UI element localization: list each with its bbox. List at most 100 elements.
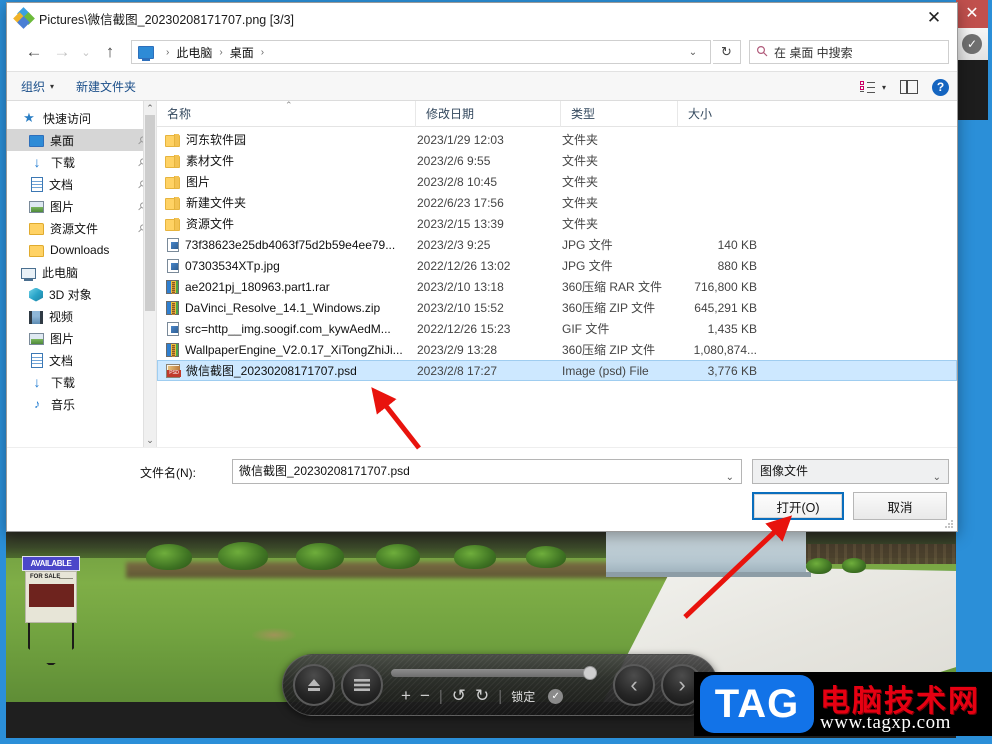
sidebar-item-3[interactable]: 文档 ⚲ (7, 173, 156, 195)
sidebar-scrollbar[interactable]: ⌃ ⌄ (143, 101, 156, 447)
folder-icon (165, 196, 180, 210)
column-header-size[interactable]: 大小 (677, 100, 757, 127)
sort-indicator-icon: ⌃ (285, 100, 293, 110)
breadcrumb-dropdown[interactable]: ⌄ (682, 40, 704, 64)
previous-button[interactable]: ‹ (613, 664, 655, 706)
file-name-text: src=http__img.soogif.com_kywAedM... (185, 321, 391, 336)
scroll-thumb[interactable] (145, 115, 155, 311)
chevron-right-icon: › (678, 672, 686, 697)
sidebar-item-0[interactable]: ★ 快速访问 (7, 107, 156, 129)
column-header-date[interactable]: 修改日期 (415, 100, 560, 127)
cube-icon (29, 287, 43, 302)
table-row[interactable]: 图片 2023/2/8 10:45 文件夹 (157, 171, 957, 192)
sign-available-banner: AVAILABLE (22, 556, 80, 571)
close-icon[interactable]: ✕ (911, 3, 957, 33)
search-input[interactable]: 在 桌面 中搜索 (749, 40, 949, 64)
column-header-type[interactable]: 类型 (560, 100, 677, 127)
new-folder-button[interactable]: 新建文件夹 (76, 78, 136, 95)
table-row[interactable]: src=http__img.soogif.com_kywAedM... 2022/… (157, 318, 957, 339)
tool-separator: | (498, 687, 503, 705)
table-row[interactable]: 素材文件 2023/2/6 9:55 文件夹 (157, 150, 957, 171)
sidebar-item-4[interactable]: 图片 ⚲ (7, 195, 156, 217)
refresh-button[interactable]: ↻ (713, 40, 741, 64)
file-name-text: 新建文件夹 (186, 196, 247, 210)
cell-name: src=http__img.soogif.com_kywAedM... (165, 321, 417, 336)
rotate-left-button[interactable]: ↺ (452, 686, 466, 706)
resize-grip[interactable] (944, 519, 954, 529)
breadcrumb-item-desktop[interactable]: 桌面 (230, 44, 254, 61)
table-row[interactable]: 河东软件园 2023/1/29 12:03 文件夹 (157, 129, 957, 150)
zoom-slider-knob[interactable] (583, 666, 597, 680)
forward-button[interactable]: → (49, 39, 75, 65)
breadcrumb-item-this-pc[interactable]: 此电脑 (176, 44, 212, 61)
file-name-text: 图片 (186, 175, 211, 189)
app-close-button[interactable]: ✕ (956, 0, 988, 28)
chevron-down-icon: ▾ (50, 81, 55, 91)
up-button[interactable]: ↑ (97, 39, 123, 65)
scroll-up-icon[interactable]: ⌃ (144, 101, 156, 115)
file-name-text: DaVinci_Resolve_14.1_Windows.zip (185, 300, 381, 315)
cell-date: 2023/2/15 13:39 (417, 216, 504, 231)
media-toolbar[interactable]: + − | ↺ ↻ | 锁定 ✓ ‹ › (282, 654, 718, 716)
scroll-down-icon[interactable]: ⌄ (144, 433, 156, 447)
breadcrumb[interactable]: › 此电脑 › 桌面 › ⌄ (131, 40, 711, 64)
sidebar-item-11[interactable]: 文档 (7, 349, 156, 371)
star-icon: ★ (23, 110, 35, 125)
sidebar-item-1[interactable]: 桌面 ⚲ (7, 129, 156, 151)
lock-toggle[interactable]: ✓ (548, 688, 564, 704)
zoom-slider-track[interactable] (391, 669, 597, 677)
file-name-text: 73f38623e25db4063f75d2b59e4ee79... (185, 237, 396, 252)
cancel-button[interactable]: 取消 (853, 492, 947, 520)
table-row[interactable]: 73f38623e25db4063f75d2b59e4ee79... 2023/2… (157, 234, 957, 255)
rotate-right-button[interactable]: ↻ (475, 686, 489, 706)
eject-icon (308, 679, 320, 691)
table-row[interactable]: 资源文件 2023/2/15 13:39 文件夹 (157, 213, 957, 234)
cell-name: 73f38623e25db4063f75d2b59e4ee79... (165, 237, 417, 252)
watermark-logo: TAG (700, 675, 814, 733)
folder-icon (29, 223, 44, 235)
dialog-footer: 文件名(N): 微信截图_20230208171707.psd ⌄ 图像文件 ⌄… (7, 447, 957, 531)
sidebar-item-12[interactable]: ↓ 下载 (7, 371, 156, 393)
dialog-body: ★ 快速访问 桌面 ⚲ ↓ 下载 ⚲ 文档 ⚲ 图片 ⚲ 资源文件 ⚲ Downloads 此电脑 3D 对象… (7, 100, 957, 447)
sidebar-item-8[interactable]: 3D 对象 (7, 283, 156, 305)
toolbar-right-group: ▾ ? (859, 72, 949, 102)
zoom-in-button[interactable]: + (401, 686, 411, 706)
sidebar-item-5[interactable]: 资源文件 ⚲ (7, 217, 156, 239)
app-confirm-button[interactable]: ✓ (956, 28, 988, 60)
sidebar-item-label: 视频 (49, 309, 74, 324)
table-row[interactable]: WallpaperEngine_V2.0.17_XiTongZhiJi... 20… (157, 339, 957, 360)
filename-input[interactable]: 微信截图_20230208171707.psd ⌄ (232, 459, 742, 484)
open-button[interactable]: 打开(O) (752, 492, 844, 520)
sidebar-item-13[interactable]: ♪ 音乐 (7, 393, 156, 415)
recent-locations-button[interactable]: ⌄ (77, 39, 95, 65)
chevron-down-icon: ⌄ (932, 472, 941, 483)
table-row[interactable]: DaVinci_Resolve_14.1_Windows.zip 2023/2/1… (157, 297, 957, 318)
cell-name: 素材文件 (165, 152, 417, 169)
zoom-out-button[interactable]: − (420, 686, 430, 706)
help-icon[interactable]: ? (932, 78, 949, 96)
folder-icon (165, 154, 180, 168)
file-name-text: ae2021pj_180963.part1.rar (185, 279, 330, 294)
eject-button[interactable] (293, 664, 335, 706)
view-mode-button[interactable]: ▾ (859, 80, 886, 94)
table-row[interactable]: ae2021pj_180963.part1.rar 2023/2/10 13:18… (157, 276, 957, 297)
folder-icon (29, 245, 44, 257)
sidebar-item-9[interactable]: 视频 (7, 305, 156, 327)
sidebar-item-6[interactable]: Downloads (7, 239, 156, 261)
cell-type: 文件夹 (562, 154, 599, 168)
table-row[interactable]: 07303534XTp.jpg 2022/12/26 13:02 JPG 文件 880… (157, 255, 957, 276)
for-sale-sign: AVAILABLE FOR SALE (22, 556, 80, 665)
back-button[interactable]: ← (21, 39, 47, 65)
organize-button[interactable]: 组织 ▾ (21, 78, 54, 95)
table-row[interactable]: 新建文件夹 2022/6/23 17:56 文件夹 (157, 192, 957, 213)
sidebar-item-7[interactable]: 此电脑 (7, 261, 156, 283)
chevron-down-icon[interactable]: ⌄ (726, 466, 734, 489)
sidebar-item-2[interactable]: ↓ 下载 ⚲ (7, 151, 156, 173)
breadcrumb-sep: › (166, 46, 170, 58)
sidebar-item-10[interactable]: 图片 (7, 327, 156, 349)
menu-button[interactable] (341, 664, 383, 706)
preview-pane-icon[interactable] (900, 80, 918, 94)
cell-type: 360压缩 RAR 文件 (562, 280, 663, 294)
filetype-select[interactable]: 图像文件 ⌄ (752, 459, 949, 484)
table-row[interactable]: 微信截图_20230208171707.psd 2023/2/8 17:27 Ima… (157, 360, 957, 381)
